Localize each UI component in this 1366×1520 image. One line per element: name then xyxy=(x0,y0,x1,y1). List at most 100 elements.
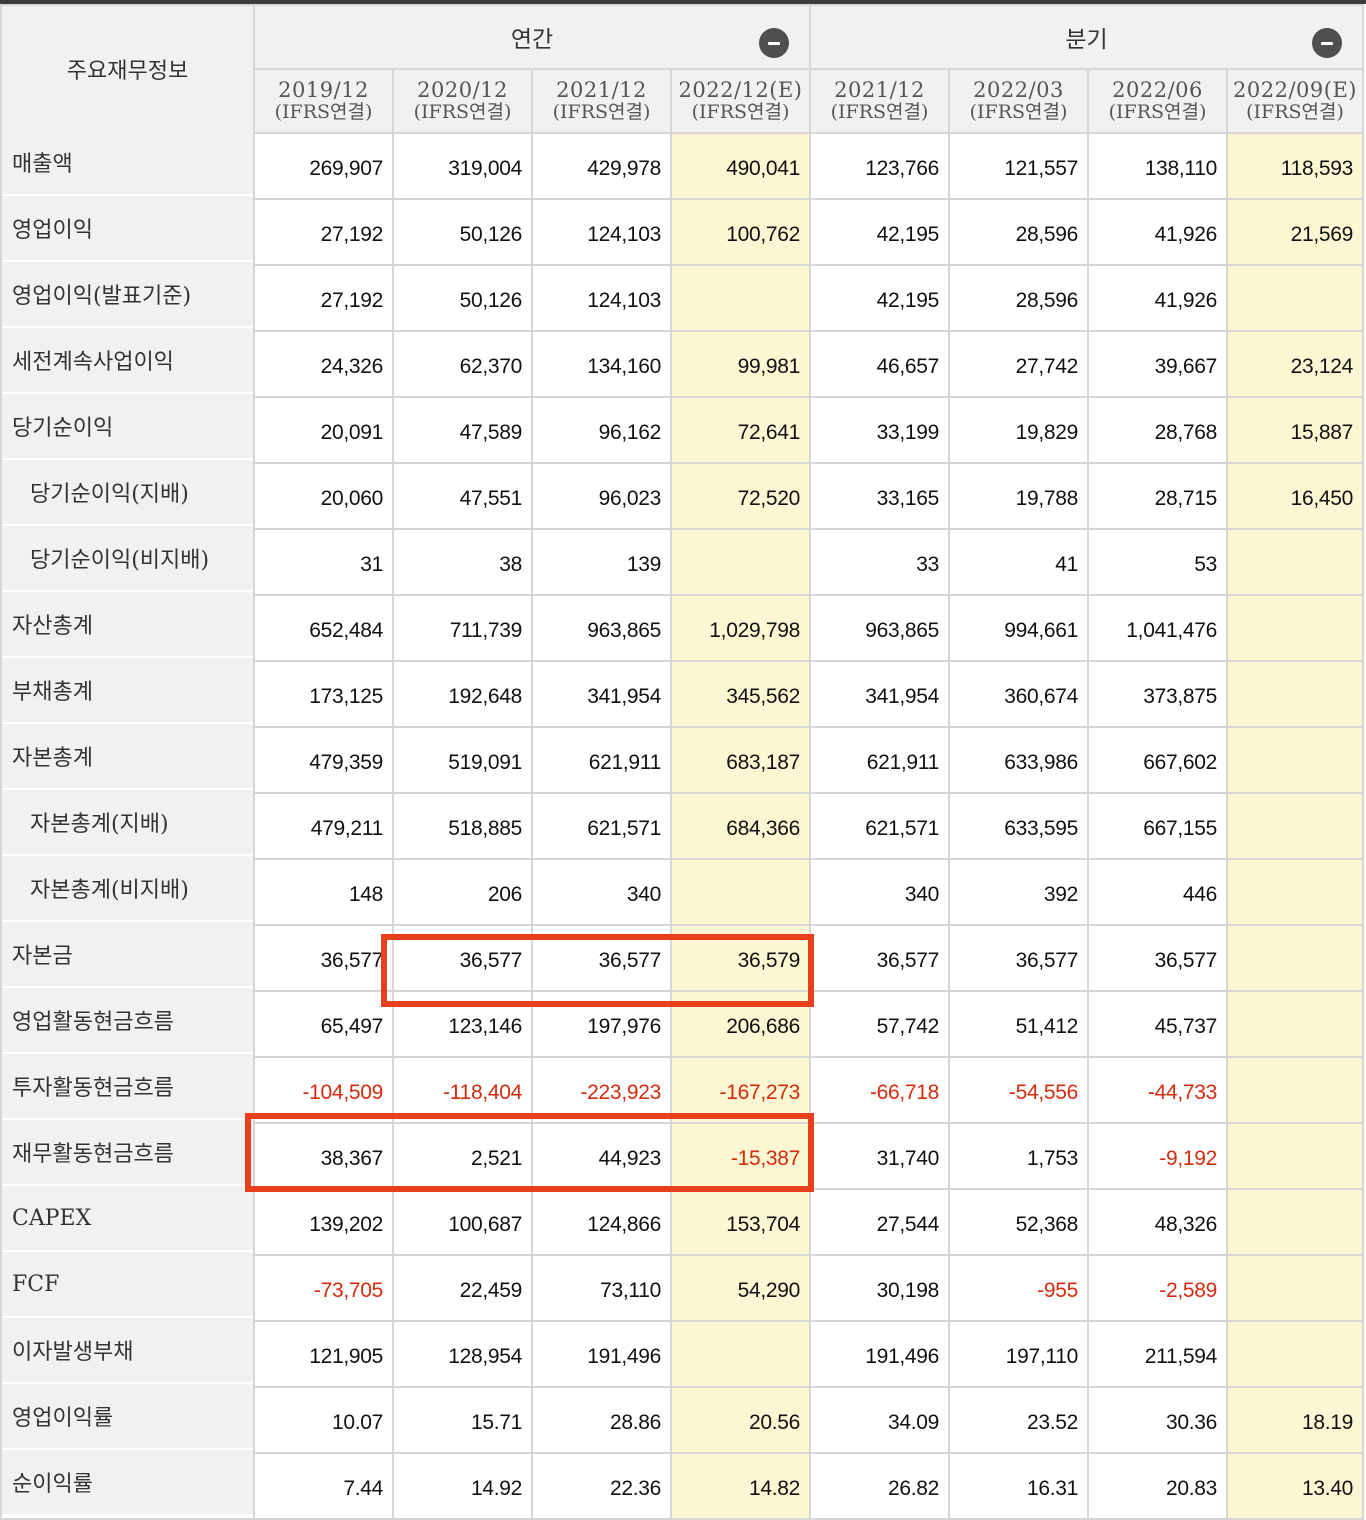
value-cell: 15.71 xyxy=(392,1386,533,1454)
value-cell: 118,593 xyxy=(1226,132,1365,200)
value-cell: 23,124 xyxy=(1226,330,1365,398)
row-label: FCF xyxy=(0,1250,255,1318)
value-cell: 47,589 xyxy=(392,396,533,464)
annual-group-header: 연간 xyxy=(252,4,812,70)
value-cell: 26.82 xyxy=(809,1452,951,1520)
value-cell xyxy=(669,858,812,926)
period-header: 2022/06 (IFRS연결) xyxy=(1087,68,1229,134)
value-cell: 269,907 xyxy=(253,132,394,200)
value-cell: 519,091 xyxy=(392,726,533,794)
value-cell xyxy=(1226,660,1365,728)
value-cell: 31 xyxy=(253,528,394,596)
value-cell xyxy=(669,264,812,332)
table-row: 영업이익률 10.07 15.71 28.86 20.56 34.09 23.52 30.36… xyxy=(0,1382,1365,1454)
value-cell: 41 xyxy=(948,528,1090,596)
value-cell: 19,829 xyxy=(948,396,1090,464)
value-cell xyxy=(669,1320,812,1388)
value-cell: 42,195 xyxy=(809,264,951,332)
value-cell: -167,273 xyxy=(669,1056,812,1124)
value-cell: 192,648 xyxy=(392,660,533,728)
minus-circle-icon[interactable] xyxy=(1312,28,1343,58)
value-cell: 479,211 xyxy=(253,792,394,860)
value-cell: 633,986 xyxy=(948,726,1090,794)
value-cell xyxy=(1226,528,1365,596)
value-cell: -2,589 xyxy=(1087,1254,1229,1322)
table-row: 자산총계 652,484 711,739 963,865 1,029,798 963,86… xyxy=(0,590,1365,662)
value-cell: -118,404 xyxy=(392,1056,533,1124)
value-cell: 100,762 xyxy=(669,198,812,266)
period-date: 2020/12 xyxy=(417,78,508,102)
table-row: 이자발생부채 121,905 128,954 191,496 191,496 197,11… xyxy=(0,1316,1365,1388)
value-cell: -66,718 xyxy=(809,1056,951,1124)
value-cell: 16,450 xyxy=(1226,462,1365,530)
value-cell xyxy=(1226,1188,1365,1256)
row-label: 자산총계 xyxy=(0,590,255,658)
value-cell xyxy=(1226,858,1365,926)
value-cell: 48,326 xyxy=(1087,1188,1229,1256)
value-cell: 22.36 xyxy=(531,1452,672,1520)
value-cell: 621,571 xyxy=(531,792,672,860)
value-cell: 319,004 xyxy=(392,132,533,200)
value-cell: 28,768 xyxy=(1087,396,1229,464)
value-cell: 50,126 xyxy=(392,264,533,332)
value-cell: 21,569 xyxy=(1226,198,1365,266)
value-cell: -73,705 xyxy=(253,1254,394,1322)
table-row: 자본총계(비지배) 148 206 340 340 392 446 xyxy=(0,854,1365,926)
value-cell: 99,981 xyxy=(669,330,812,398)
value-cell: 96,023 xyxy=(531,462,672,530)
value-cell: 33,199 xyxy=(809,396,951,464)
value-cell: 34.09 xyxy=(809,1386,951,1454)
value-cell: 963,865 xyxy=(809,594,951,662)
value-cell: 27,544 xyxy=(809,1188,951,1256)
period-type: (IFRS연결) xyxy=(413,101,512,124)
table-row: CAPEX 139,202 100,687 124,866 153,704 27,544 5… xyxy=(0,1184,1365,1256)
value-cell: 24,326 xyxy=(253,330,394,398)
value-cell: 490,041 xyxy=(669,132,812,200)
value-cell: 28,715 xyxy=(1087,462,1229,530)
period-date: 2021/12 xyxy=(556,78,647,102)
value-cell: 36,579 xyxy=(669,924,812,992)
row-label: 영업이익 xyxy=(0,194,255,262)
value-cell: 197,110 xyxy=(948,1320,1090,1388)
period-date: 2022/06 xyxy=(1112,78,1203,102)
table-row: 순이익률 7.44 14.92 22.36 14.82 26.82 16.31 20.83 13… xyxy=(0,1448,1365,1520)
table-row: 당기순이익(비지배) 31 38 139 33 41 53 xyxy=(0,524,1365,596)
value-cell xyxy=(1226,1056,1365,1124)
value-cell: 73,110 xyxy=(531,1254,672,1322)
minus-circle-icon[interactable] xyxy=(759,28,790,58)
corner-header: 주요재무정보 xyxy=(0,4,255,134)
period-date: 2021/12 xyxy=(834,78,925,102)
value-cell: 121,905 xyxy=(253,1320,394,1388)
value-cell: 963,865 xyxy=(531,594,672,662)
row-label: 당기순이익(지배) xyxy=(0,458,255,526)
value-cell: 139 xyxy=(531,528,672,596)
value-cell: 33,165 xyxy=(809,462,951,530)
value-cell: 33 xyxy=(809,528,951,596)
value-cell xyxy=(1226,1320,1365,1388)
row-label: 당기순이익(비지배) xyxy=(0,524,255,592)
value-cell: 38,367 xyxy=(253,1122,394,1190)
period-date: 2022/09(E) xyxy=(1233,78,1357,102)
value-cell: 446 xyxy=(1087,858,1229,926)
value-cell: 392 xyxy=(948,858,1090,926)
row-label: 자본총계(비지배) xyxy=(0,854,255,922)
table-row: 영업이익(발표기준) 27,192 50,126 124,103 42,195 28,59… xyxy=(0,260,1365,332)
value-cell: 62,370 xyxy=(392,330,533,398)
table-row: 당기순이익 20,091 47,589 96,162 72,641 33,199 19,82… xyxy=(0,392,1365,464)
value-cell: -223,923 xyxy=(531,1056,672,1124)
period-header: 2021/12 (IFRS연결) xyxy=(809,68,951,134)
table-row: 자본총계 479,359 519,091 621,911 683,187 621,911 6… xyxy=(0,722,1365,794)
period-type: (IFRS연결) xyxy=(552,101,651,124)
value-cell: 153,704 xyxy=(669,1188,812,1256)
value-cell: -54,556 xyxy=(948,1056,1090,1124)
value-cell xyxy=(1226,726,1365,794)
value-cell: 621,571 xyxy=(809,792,951,860)
value-cell: 123,766 xyxy=(809,132,951,200)
row-label: 재무활동현금흐름 xyxy=(0,1118,255,1186)
value-cell: 53 xyxy=(1087,528,1229,596)
period-header: 2022/09(E) (IFRS연결) xyxy=(1226,68,1365,134)
value-cell: 206 xyxy=(392,858,533,926)
value-cell: 139,202 xyxy=(253,1188,394,1256)
value-cell: 667,602 xyxy=(1087,726,1229,794)
period-type: (IFRS연결) xyxy=(274,101,373,124)
